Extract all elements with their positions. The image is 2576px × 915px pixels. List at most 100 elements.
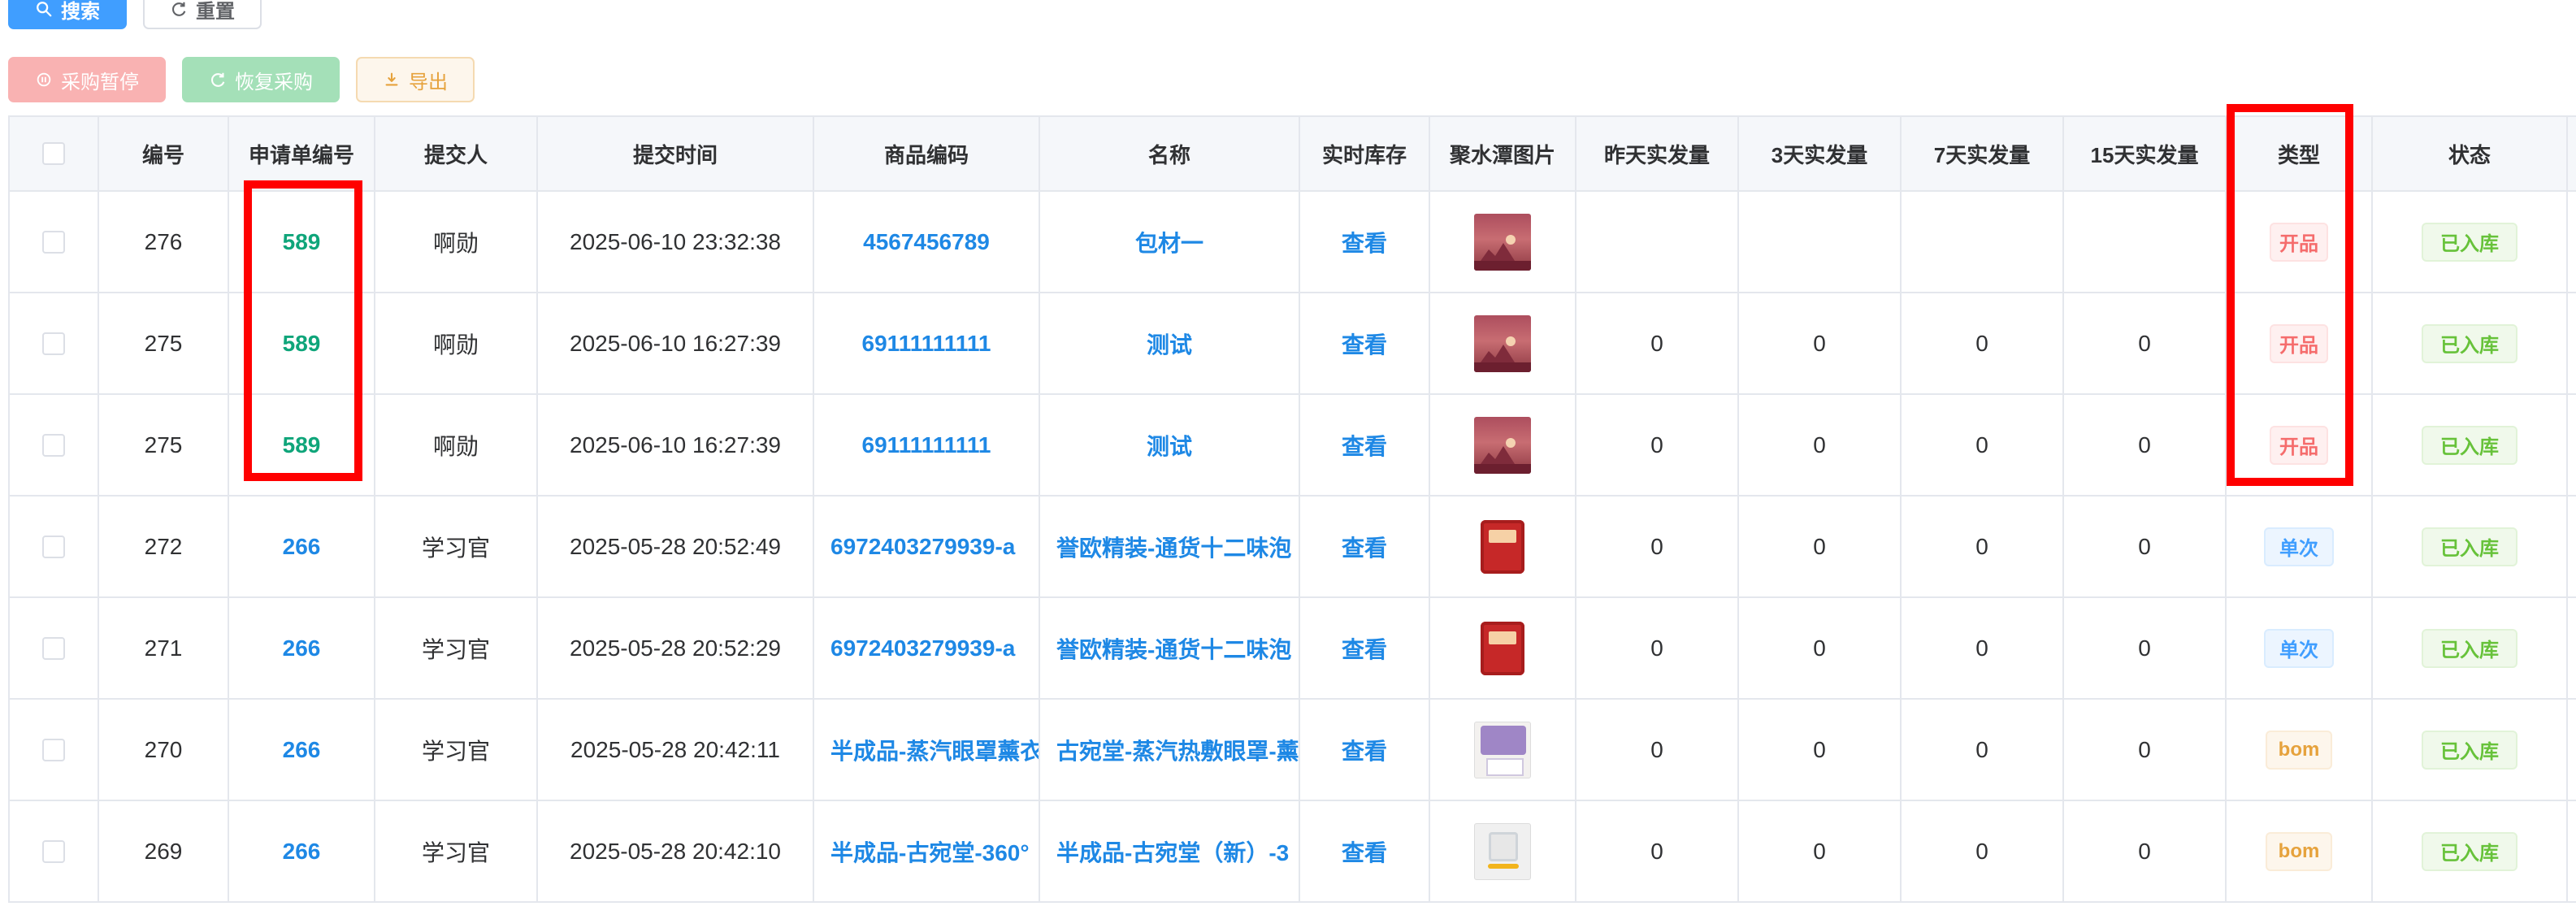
product-thumbnail[interactable]	[1474, 314, 1531, 372]
table-row[interactable]: 276 589 啊勋 2025-06-10 23:32:38 456745678…	[10, 192, 2576, 293]
request-id-link[interactable]: 589	[229, 293, 375, 393]
view-stock-link[interactable]: 查看	[1300, 801, 1430, 901]
request-id-link[interactable]: 266	[229, 700, 375, 800]
request-id-link[interactable]: 589	[229, 192, 375, 292]
table-row[interactable]: 275 589 啊勋 2025-06-10 16:27:39 691111111…	[10, 293, 2576, 395]
row-id: 270	[99, 700, 229, 800]
row-status-cell: 已入库	[2373, 293, 2568, 393]
row-status-cell: 已入库	[2373, 700, 2568, 800]
row-submit-time: 2025-05-28 20:52:49	[538, 497, 814, 596]
row-status-cell: 已入库	[2373, 801, 2568, 901]
product-name-link[interactable]: 誉欧精装-通货十二味泡	[1040, 598, 1300, 698]
header-7day-shipped: 7天实发量	[1902, 117, 2064, 190]
purchase-table: 编号 申请单编号 提交人 提交时间 商品编码 名称 实时库存 聚水潭图片 昨天实…	[8, 115, 2576, 903]
header-status: 状态	[2373, 117, 2568, 190]
view-stock-link[interactable]: 查看	[1300, 700, 1430, 800]
row-checkbox-cell	[10, 801, 99, 901]
product-name-link[interactable]: 包材一	[1040, 192, 1300, 292]
sunset-image-icon	[1474, 437, 1531, 474]
header-request-id: 申请单编号	[229, 117, 375, 190]
row-checkbox-cell	[10, 293, 99, 393]
product-code-link[interactable]: 6972403279939-a	[814, 497, 1040, 596]
product-code-link[interactable]: 半成品-古宛堂-360°	[814, 801, 1040, 901]
sunset-image-icon	[1474, 336, 1531, 372]
header-3day-shipped: 3天实发量	[1739, 117, 1902, 190]
header-submitter: 提交人	[375, 117, 538, 190]
reset-button[interactable]: 重置	[143, 0, 262, 29]
row-checkbox[interactable]	[42, 230, 65, 254]
row-7day-shipped: 0	[1902, 598, 2064, 698]
row-7day-shipped: 0	[1902, 801, 2064, 901]
header-submit-time: 提交时间	[538, 117, 814, 190]
product-code-link[interactable]: 69111111111	[814, 395, 1040, 495]
product-thumbnail[interactable]	[1474, 416, 1531, 474]
row-checkbox[interactable]	[42, 636, 65, 660]
search-button[interactable]: 搜索	[8, 0, 127, 29]
row-status-cell: 已入库	[2373, 395, 2568, 495]
table-row[interactable]: 269 266 学习官 2025-05-28 20:42:10 半成品-古宛堂-…	[10, 801, 2576, 903]
select-all-checkbox[interactable]	[42, 142, 65, 165]
product-name-link[interactable]: 半成品-古宛堂（新）-3	[1040, 801, 1300, 901]
view-stock-link[interactable]: 查看	[1300, 497, 1430, 596]
request-id-link[interactable]: 266	[229, 801, 375, 901]
product-thumbnail[interactable]	[1474, 619, 1531, 677]
header-extra	[2568, 117, 2576, 190]
row-3day-shipped: 0	[1739, 598, 1902, 698]
request-id-link[interactable]: 589	[229, 395, 375, 495]
table-row[interactable]: 272 266 学习官 2025-05-28 20:52:49 69724032…	[10, 497, 2576, 598]
row-7day-shipped	[1902, 192, 2064, 292]
product-thumbnail[interactable]	[1474, 518, 1531, 575]
row-15day-shipped: 0	[2064, 598, 2227, 698]
product-code-link[interactable]: 4567456789	[814, 192, 1040, 292]
row-id: 271	[99, 598, 229, 698]
row-submit-time: 2025-06-10 23:32:38	[538, 192, 814, 292]
product-name-link[interactable]: 誉欧精装-通货十二味泡	[1040, 497, 1300, 596]
product-name-link[interactable]: 古宛堂-蒸汽热敷眼罩-薰	[1040, 700, 1300, 800]
table-row[interactable]: 271 266 学习官 2025-05-28 20:52:29 69724032…	[10, 598, 2576, 700]
row-status-cell: 已入库	[2373, 192, 2568, 292]
row-checkbox[interactable]	[42, 332, 65, 355]
table-row[interactable]: 270 266 学习官 2025-05-28 20:42:11 半成品-蒸汽眼罩…	[10, 700, 2576, 801]
header-15day-shipped: 15天实发量	[2064, 117, 2227, 190]
product-thumbnail[interactable]	[1474, 721, 1531, 778]
pause-purchase-button[interactable]: 采购暂停	[8, 57, 166, 102]
product-code-link[interactable]: 半成品-蒸汽眼罩薰衣	[814, 700, 1040, 800]
row-checkbox-cell	[10, 598, 99, 698]
view-stock-link[interactable]: 查看	[1300, 192, 1430, 292]
table-row[interactable]: 275 589 啊勋 2025-06-10 16:27:39 691111111…	[10, 395, 2576, 497]
type-tag: 开品	[2270, 323, 2328, 363]
product-name-link[interactable]: 测试	[1040, 395, 1300, 495]
row-3day-shipped: 0	[1739, 801, 1902, 901]
status-tag: 已入库	[2422, 628, 2517, 668]
product-image-cell	[1430, 598, 1576, 698]
table-header: 编号 申请单编号 提交人 提交时间 商品编码 名称 实时库存 聚水潭图片 昨天实…	[10, 117, 2576, 192]
purchase-request-page: 搜索 重置 采购暂停 恢复采购 导出 编号 申请单编号 提交人 提交时间 商品编…	[0, 0, 2576, 915]
row-checkbox-cell	[10, 700, 99, 800]
status-tag: 已入库	[2422, 527, 2517, 566]
view-stock-link[interactable]: 查看	[1300, 293, 1430, 393]
row-checkbox[interactable]	[42, 535, 65, 558]
row-7day-shipped: 0	[1902, 700, 2064, 800]
row-checkbox[interactable]	[42, 738, 65, 761]
row-checkbox[interactable]	[42, 839, 65, 863]
view-stock-link[interactable]: 查看	[1300, 395, 1430, 495]
row-extra-cell	[2568, 801, 2576, 901]
product-code-link[interactable]: 6972403279939-a	[814, 598, 1040, 698]
type-tag: bom	[2266, 831, 2332, 871]
export-button[interactable]: 导出	[356, 57, 475, 102]
product-thumbnail[interactable]	[1474, 822, 1531, 880]
request-id-link[interactable]: 266	[229, 598, 375, 698]
product-thumbnail[interactable]	[1474, 213, 1531, 271]
row-checkbox[interactable]	[42, 433, 65, 457]
product-code-link[interactable]: 69111111111	[814, 293, 1040, 393]
row-submitter: 啊勋	[375, 192, 538, 292]
product-image-cell	[1430, 395, 1576, 495]
row-submit-time: 2025-05-28 20:52:29	[538, 598, 814, 698]
request-id-link[interactable]: 266	[229, 497, 375, 596]
product-name-link[interactable]: 测试	[1040, 293, 1300, 393]
view-stock-link[interactable]: 查看	[1300, 598, 1430, 698]
row-15day-shipped: 0	[2064, 700, 2227, 800]
row-id: 275	[99, 293, 229, 393]
resume-purchase-button[interactable]: 恢复采购	[182, 57, 340, 102]
export-button-label: 导出	[409, 71, 448, 93]
